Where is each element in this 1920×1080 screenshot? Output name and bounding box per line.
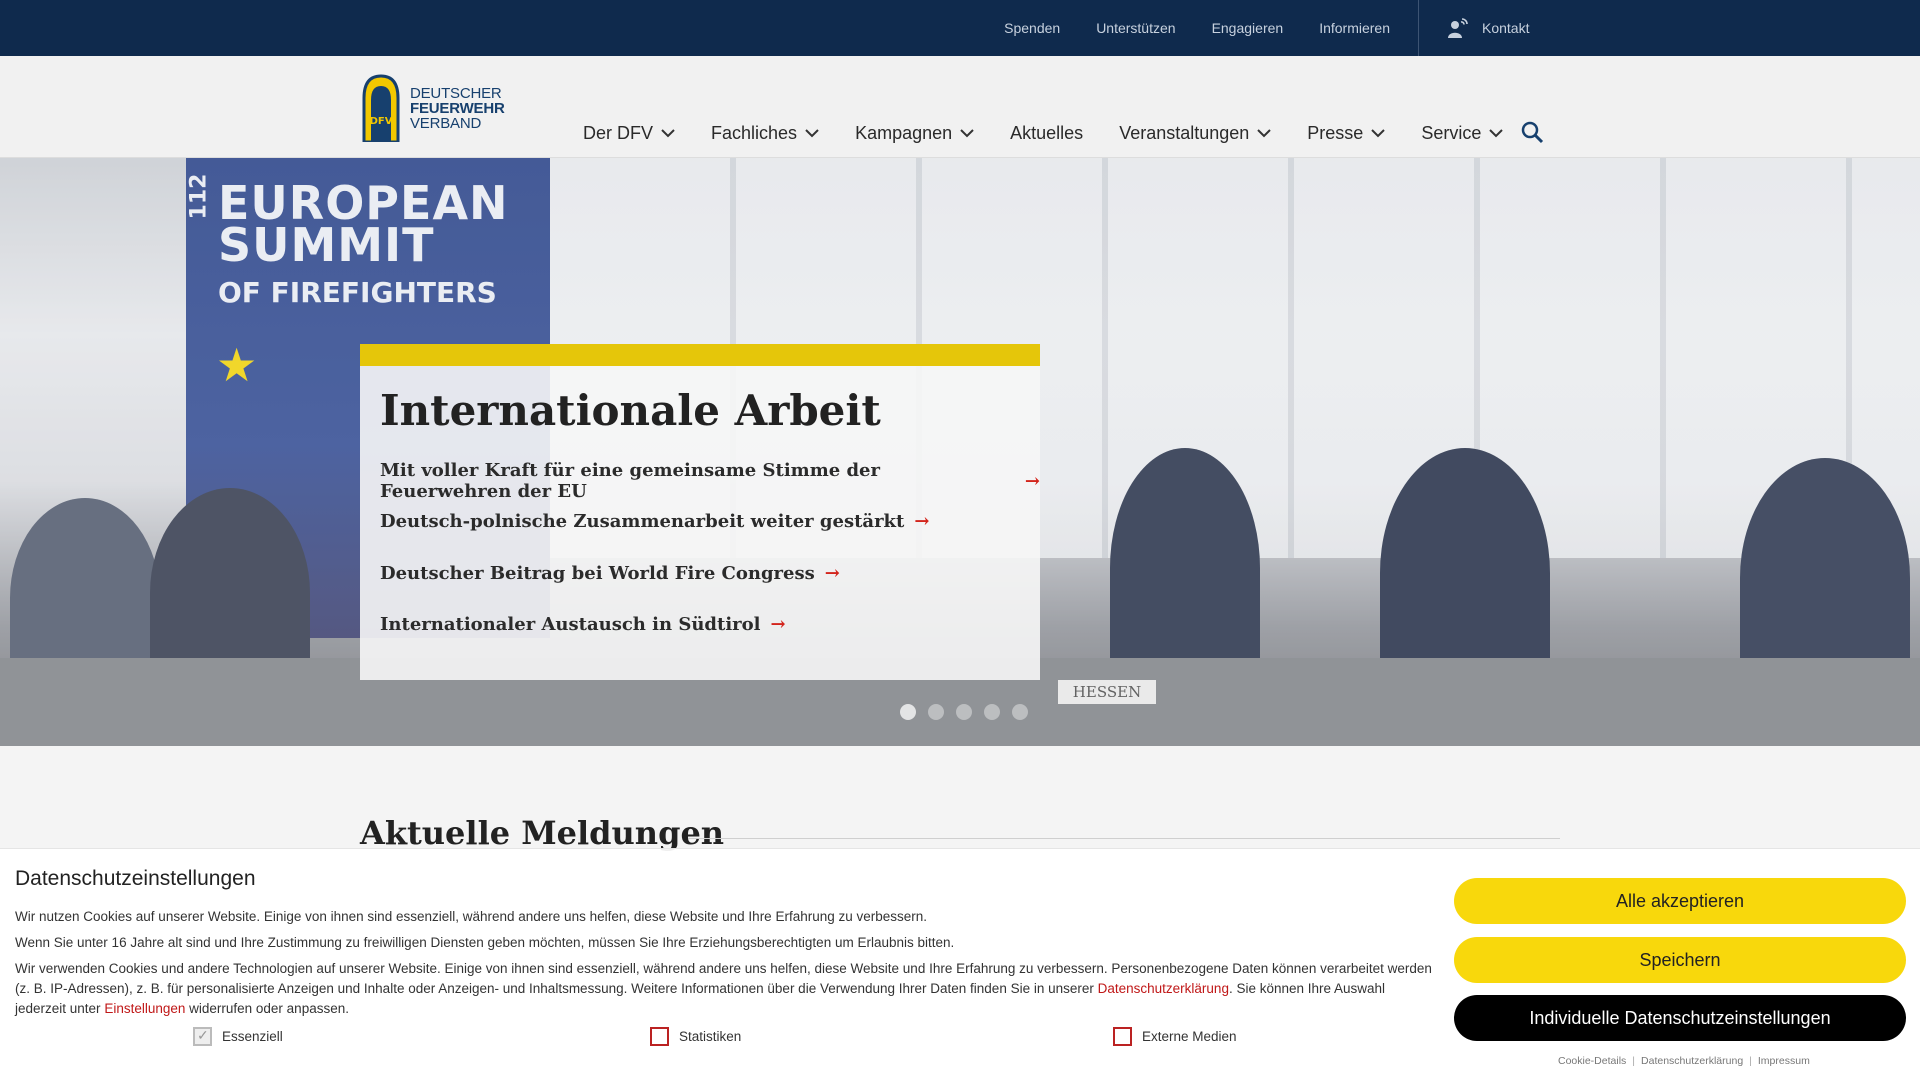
chevron-down-icon <box>960 129 974 138</box>
top-bar: Spenden Unterstützen Engagieren Informie… <box>0 0 1920 56</box>
cookie-title: Datenschutzeinstellungen <box>15 867 256 890</box>
nav-label: Der DFV <box>583 122 654 143</box>
checkbox-externe-medien[interactable]: Externe Medien <box>1113 1027 1237 1046</box>
logo-line-3: VERBAND <box>410 114 482 132</box>
imprint-link[interactable]: Impressum <box>1758 1055 1810 1067</box>
hero-link-label: Mit voller Kraft für eine gemeinsame Sti… <box>380 460 880 502</box>
hero-link-label: Deutscher Beitrag bei World Fire Congres… <box>380 563 815 584</box>
checkbox-label: Essenziell <box>222 1029 283 1044</box>
nav-label: Kampagnen <box>855 122 953 143</box>
cookie-text-3c: widerrufen oder anpassen. <box>185 1001 349 1016</box>
nav-item-veranstaltungen[interactable]: Veranstaltungen <box>1119 122 1272 144</box>
hero-link-label: Internationaler Austausch in Südtirol <box>380 614 761 635</box>
contact-person-icon <box>1448 18 1468 38</box>
hero-link-1[interactable]: Mit voller Kraft für eine gemeinsame Sti… <box>380 460 1040 502</box>
chevron-down-icon <box>1257 129 1272 138</box>
arrow-right-icon: → <box>1024 470 1040 492</box>
emblem-text: DFV <box>370 116 393 127</box>
nav-label: Aktuelles <box>1010 122 1084 143</box>
checkbox-box[interactable] <box>1113 1027 1132 1046</box>
nav-item-presse[interactable]: Presse <box>1307 122 1386 144</box>
carousel-dot[interactable] <box>1012 704 1028 720</box>
cookie-footer-links: Cookie-Details | Datenschutzerklärung | … <box>1558 1055 1810 1067</box>
top-links: Spenden Unterstützen Engagieren Informie… <box>1004 0 1390 56</box>
arrow-right-icon: → <box>824 563 840 584</box>
nav-label: Fachliches <box>711 122 798 143</box>
cookie-text-3: Wir verwenden Cookies und andere Technol… <box>15 959 1435 1019</box>
chevron-down-icon <box>661 129 675 138</box>
cookie-details-link[interactable]: Cookie-Details <box>1558 1055 1626 1067</box>
hero-text-panel: Internationale Arbeit Mit voller Kraft f… <box>360 344 1040 680</box>
nav-label: Presse <box>1307 122 1364 143</box>
cookie-text-2: Wenn Sie unter 16 Jahre alt sind und Ihr… <box>15 935 955 950</box>
checkbox-box[interactable] <box>193 1027 212 1046</box>
separator: | <box>1632 1055 1636 1067</box>
nav-label: Veranstaltungen <box>1119 122 1250 143</box>
checkbox-box[interactable] <box>650 1027 669 1046</box>
accept-all-button[interactable]: Alle akzeptieren <box>1454 878 1906 924</box>
chevron-down-icon <box>1371 129 1386 138</box>
logo-line-2: FEUERWEHR <box>410 99 505 117</box>
cookie-text-1: Wir nutzen Cookies auf unserer Website. … <box>15 909 928 924</box>
carousel-dot[interactable] <box>956 704 972 720</box>
privacy-link[interactable]: Datenschutzerklärung <box>1641 1055 1743 1067</box>
logo-text: DEUTSCHER FEUERWEHR VERBAND <box>410 86 505 131</box>
top-link-unterstuetzen[interactable]: Unterstützen <box>1096 20 1175 36</box>
individual-settings-button[interactable]: Individuelle Datenschutzeinstellungen <box>1454 995 1906 1041</box>
section-divider <box>688 838 1560 839</box>
nav-item-kampagnen[interactable]: Kampagnen <box>855 123 974 144</box>
section-title-news: Aktuelle Meldungen <box>360 814 725 852</box>
contact-label: Kontakt <box>1482 20 1530 36</box>
carousel-dot[interactable] <box>928 704 944 720</box>
privacy-policy-link[interactable]: Datenschutzerklärung <box>1098 981 1229 996</box>
top-link-informieren[interactable]: Informieren <box>1319 20 1390 36</box>
cookie-consent-banner: Datenschutzeinstellungen Wir nutzen Cook… <box>0 848 1920 1080</box>
checkbox-label: Externe Medien <box>1142 1029 1237 1044</box>
top-link-spenden[interactable]: Spenden <box>1004 20 1060 36</box>
carousel-dots <box>900 704 1028 720</box>
chevron-down-icon <box>805 129 819 138</box>
search-icon[interactable] <box>1520 120 1544 144</box>
nav-item-service[interactable]: Service <box>1421 122 1504 144</box>
hero-link-3[interactable]: Deutscher Beitrag bei World Fire Congres… <box>380 563 840 584</box>
main-header: DFV DEUTSCHER FEUERWEHR VERBAND Der DFV … <box>0 56 1920 158</box>
top-divider <box>1418 0 1419 56</box>
separator: | <box>1749 1055 1752 1067</box>
carousel-dot[interactable] <box>984 704 1000 720</box>
hero-carousel: EUROPEAN SUMMIT OF FIREFIGHTERS 112 ★ ★ … <box>0 158 1920 746</box>
save-button[interactable]: Speichern <box>1454 937 1906 983</box>
hero-title: Internationale Arbeit <box>380 386 881 435</box>
settings-link[interactable]: Einstellungen <box>104 1001 185 1016</box>
dfv-emblem-icon: DFV <box>362 74 400 142</box>
hero-link-4[interactable]: Internationaler Austausch in Südtirol → <box>380 614 786 635</box>
chevron-down-icon <box>1489 129 1504 138</box>
arrow-right-icon: → <box>770 614 786 635</box>
nav-item-der-dfv[interactable]: Der DFV <box>583 123 675 144</box>
nav-item-aktuelles[interactable]: Aktuelles <box>1010 123 1083 144</box>
contact-link[interactable]: Kontakt <box>1446 0 1529 56</box>
site-logo[interactable]: DFV DEUTSCHER FEUERWEHR VERBAND <box>358 72 530 144</box>
nav-item-fachliches[interactable]: Fachliches <box>711 123 819 144</box>
checkbox-statistiken[interactable]: Statistiken <box>650 1027 741 1046</box>
arrow-right-icon: → <box>914 511 930 532</box>
logo-line-1: DEUTSCHER <box>410 84 502 102</box>
carousel-dot[interactable] <box>900 704 916 720</box>
top-link-engagieren[interactable]: Engagieren <box>1212 20 1284 36</box>
main-nav: Der DFV Fachliches Kampagnen Aktuelles V… <box>583 118 1504 148</box>
checkbox-essenziell[interactable]: Essenziell <box>193 1027 283 1046</box>
hero-link-2[interactable]: Deutsch-polnische Zusammenarbeit weiter … <box>380 511 929 532</box>
nav-label: Service <box>1421 122 1482 143</box>
checkbox-label: Statistiken <box>679 1029 742 1044</box>
hero-link-label: Deutsch-polnische Zusammenarbeit weiter … <box>380 511 905 532</box>
